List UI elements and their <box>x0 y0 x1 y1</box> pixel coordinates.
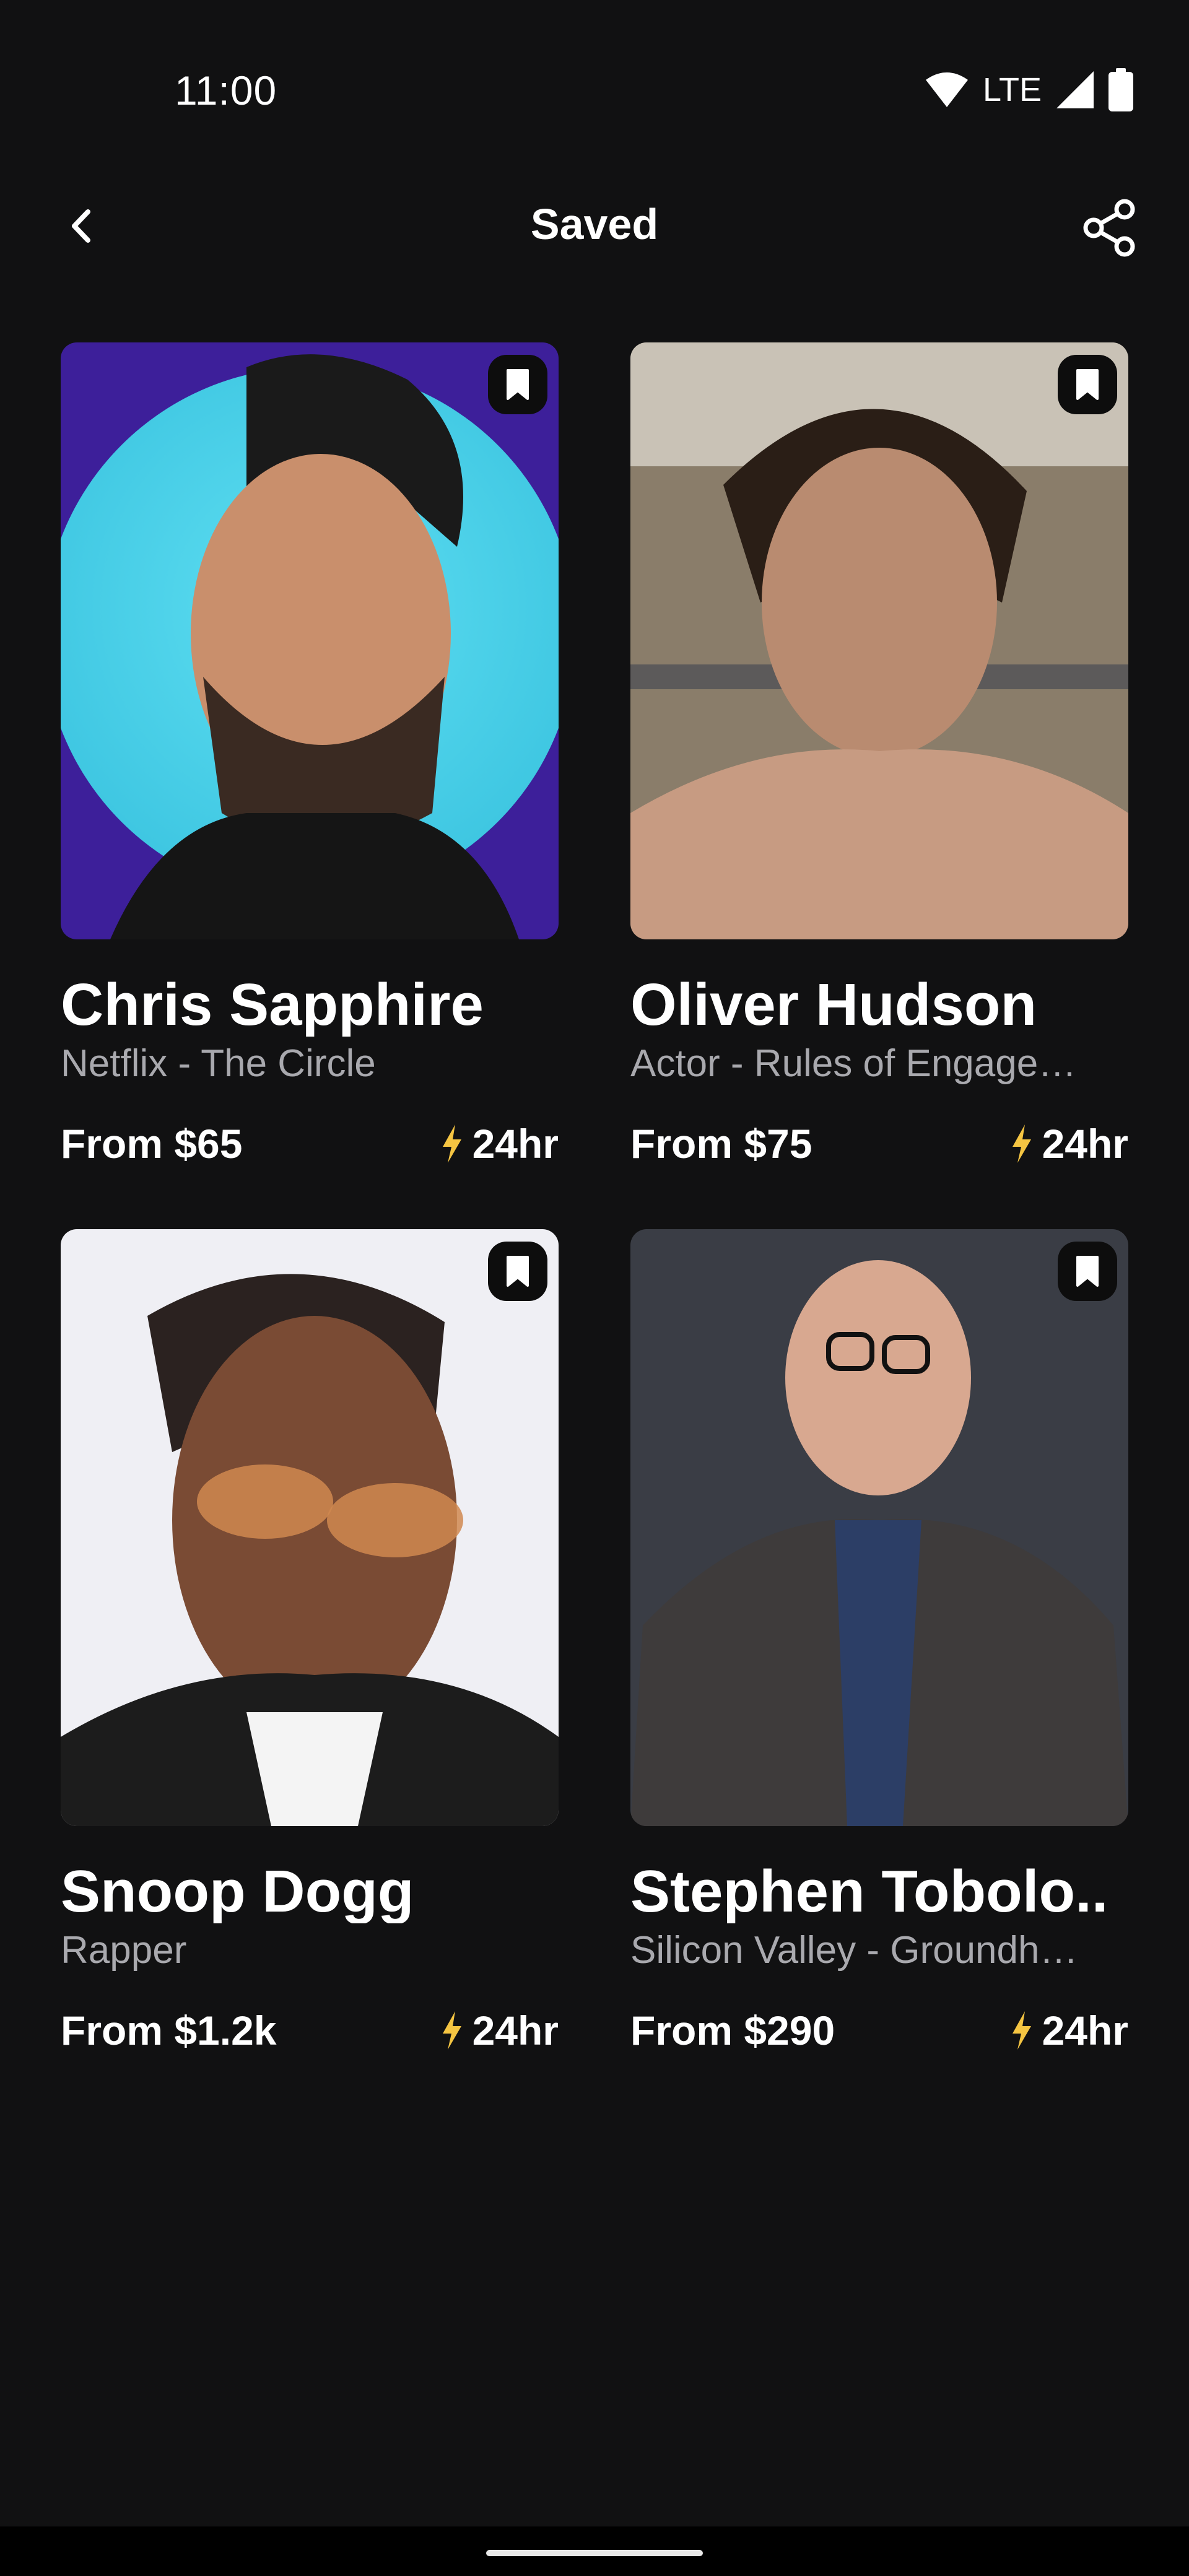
bookmark-button[interactable] <box>488 1241 547 1301</box>
talent-name: Stephen Tobolo.. <box>630 1860 1108 1923</box>
talent-subtitle: Silicon Valley - Groundh… <box>630 1928 1078 1972</box>
talent-card[interactable]: Chris Sapphire Netflix - The Circle From… <box>61 342 559 1167</box>
talent-price: From $290 <box>630 2007 835 2053</box>
talent-name: Oliver Hudson <box>630 974 1037 1037</box>
talent-card[interactable]: Stephen Tobolo.. Silicon Valley - Ground… <box>630 1229 1128 2054</box>
talent-meta: From $1.2k 24hr <box>61 2007 559 2054</box>
talent-photo <box>61 342 559 939</box>
talent-eta: 24hr <box>1009 2007 1128 2054</box>
bolt-icon <box>1012 2011 1031 2050</box>
eta-text: 24hr <box>1042 1120 1128 1167</box>
bookmark-button[interactable] <box>1058 355 1117 414</box>
portrait-image <box>630 1229 1128 1826</box>
bolt-icon <box>442 1124 461 1163</box>
status-bar: 11:00 LTE <box>0 0 1189 142</box>
network-type: LTE <box>982 71 1042 108</box>
bookmark-icon <box>1076 369 1099 400</box>
talent-meta: From $65 24hr <box>61 1120 559 1167</box>
talent-subtitle: Actor - Rules of Engage… <box>630 1042 1077 1085</box>
eta-text: 24hr <box>472 2007 559 2053</box>
bookmark-icon <box>507 369 529 400</box>
wifi-icon <box>925 72 968 107</box>
eta-text: 24hr <box>472 1120 559 1167</box>
status-time: 11:00 <box>175 67 277 113</box>
talent-photo <box>630 342 1128 939</box>
bookmark-icon <box>1076 1255 1099 1287</box>
talent-name: Chris Sapphire <box>61 974 484 1037</box>
bookmark-icon <box>507 1255 529 1287</box>
talent-meta: From $290 24hr <box>630 2007 1128 2054</box>
bolt-icon <box>1012 1124 1031 1163</box>
talent-subtitle: Netflix - The Circle <box>61 1042 376 1085</box>
app-header: Saved <box>0 186 1189 266</box>
share-button[interactable] <box>1080 198 1139 258</box>
bookmark-button[interactable] <box>1058 1241 1117 1301</box>
portrait-image <box>61 342 559 939</box>
system-nav-bar <box>0 2526 1189 2576</box>
talent-meta: From $75 24hr <box>630 1120 1128 1167</box>
page-title: Saved <box>530 200 659 248</box>
eta-text: 24hr <box>1042 2007 1128 2053</box>
talent-name: Snoop Dogg <box>61 1860 414 1923</box>
talent-eta: 24hr <box>439 2007 559 2054</box>
share-icon <box>1083 199 1135 257</box>
talent-eta: 24hr <box>1009 1120 1128 1167</box>
talent-photo <box>630 1229 1128 1826</box>
battery-icon <box>1108 68 1133 111</box>
portrait-image <box>61 1229 559 1826</box>
talent-subtitle: Rapper <box>61 1928 187 1972</box>
signal-icon <box>1056 71 1094 108</box>
portrait-image <box>630 342 1128 939</box>
talent-price: From $75 <box>630 1120 812 1167</box>
talent-price: From $1.2k <box>61 2007 277 2053</box>
bookmark-button[interactable] <box>488 355 547 414</box>
status-icons: LTE <box>925 68 1133 111</box>
talent-eta: 24hr <box>439 1120 559 1167</box>
saved-grid: Chris Sapphire Netflix - The Circle From… <box>61 342 1128 2054</box>
talent-card[interactable]: Snoop Dogg Rapper From $1.2k 24hr <box>61 1229 559 2054</box>
talent-price: From $65 <box>61 1120 243 1167</box>
talent-photo <box>61 1229 559 1826</box>
home-indicator[interactable] <box>486 2550 703 2556</box>
bolt-icon <box>442 2011 461 2050</box>
talent-card[interactable]: Oliver Hudson Actor - Rules of Engage… F… <box>630 342 1128 1167</box>
